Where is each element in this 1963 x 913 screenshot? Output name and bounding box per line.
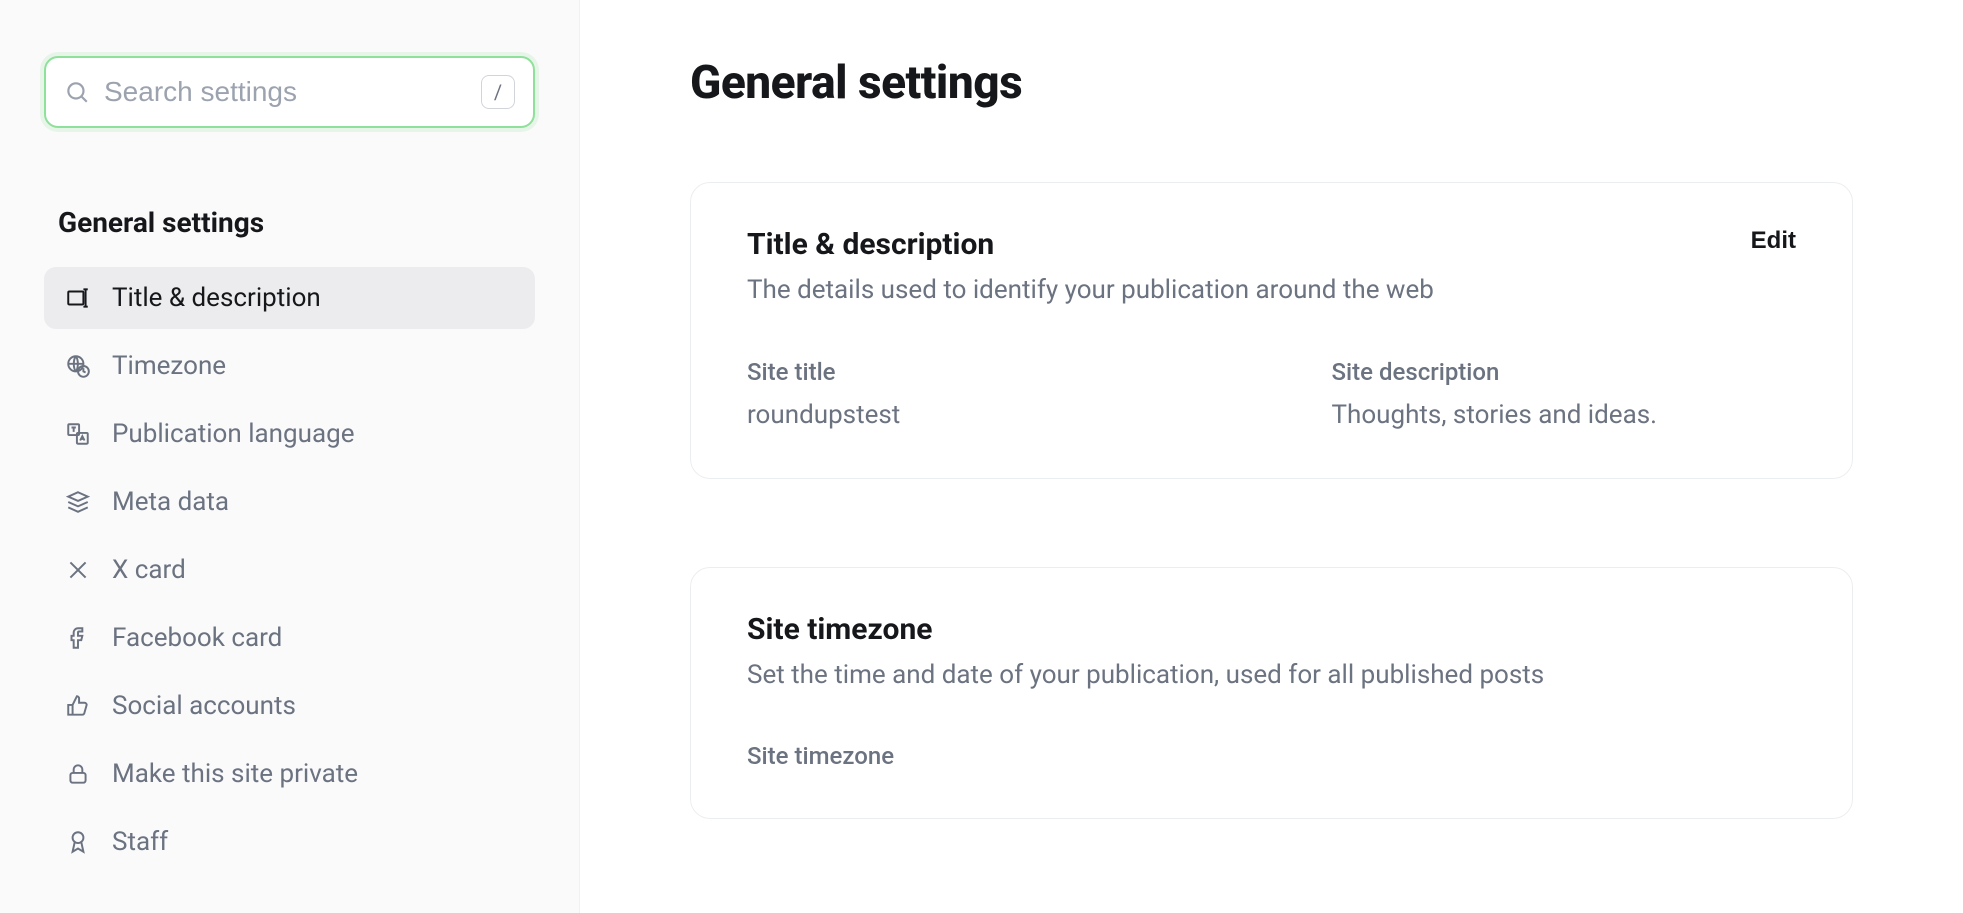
card-subtitle: The details used to identify your public… [747, 272, 1434, 310]
main-content: General settings Title & description The… [580, 0, 1963, 913]
x-icon [64, 556, 92, 584]
card-subtitle: Set the time and date of your publicatio… [747, 657, 1544, 695]
sidebar-item-label: Staff [112, 827, 168, 857]
language-icon [64, 420, 92, 448]
card-title: Title & description [747, 227, 1434, 262]
sidebar-item-meta-data[interactable]: Meta data [44, 471, 535, 533]
field-label: Site title [747, 358, 1212, 386]
thumbs-up-icon [64, 692, 92, 720]
sidebar-item-label: Timezone [112, 351, 226, 381]
card-title: Site timezone [747, 612, 1544, 647]
sidebar-item-label: Social accounts [112, 691, 296, 721]
sidebar-item-staff[interactable]: Staff [44, 811, 535, 873]
sidebar-item-x-card[interactable]: X card [44, 539, 535, 601]
search-input[interactable] [90, 76, 481, 108]
sidebar-item-facebook-card[interactable]: Facebook card [44, 607, 535, 669]
sidebar-item-label: Meta data [112, 487, 229, 517]
badge-icon [64, 828, 92, 856]
sidebar-item-social-accounts[interactable]: Social accounts [44, 675, 535, 737]
layers-icon [64, 488, 92, 516]
field-label: Site description [1332, 358, 1797, 386]
sidebar-section-title: General settings [44, 206, 535, 239]
field-site-timezone: Site timezone [747, 742, 1796, 770]
field-value: roundupstest [747, 400, 1212, 430]
lock-icon [64, 760, 92, 788]
card-site-timezone: Site timezone Set the time and date of y… [690, 567, 1853, 820]
search-shortcut-hint: / [481, 75, 515, 109]
edit-button[interactable]: Edit [1751, 227, 1796, 255]
field-value: Thoughts, stories and ideas. [1332, 400, 1797, 430]
facebook-icon [64, 624, 92, 652]
card-title-description: Title & description The details used to … [690, 182, 1853, 479]
sidebar-item-timezone[interactable]: Timezone [44, 335, 535, 397]
sidebar-item-publication-language[interactable]: Publication language [44, 403, 535, 465]
sidebar-item-make-private[interactable]: Make this site private [44, 743, 535, 805]
sidebar-item-label: Facebook card [112, 623, 282, 653]
sidebar-item-label: X card [112, 555, 186, 585]
title-description-icon [64, 284, 92, 312]
field-site-title: Site title roundupstest [747, 358, 1212, 430]
field-label: Site timezone [747, 742, 1796, 770]
search-icon [64, 79, 90, 105]
globe-clock-icon [64, 352, 92, 380]
page-title: General settings [690, 56, 1853, 110]
sidebar-item-label: Make this site private [112, 759, 358, 789]
sidebar-item-label: Title & description [112, 283, 321, 313]
search-container[interactable]: / [44, 56, 535, 128]
field-site-description: Site description Thoughts, stories and i… [1332, 358, 1797, 430]
sidebar-item-label: Publication language [112, 419, 354, 449]
sidebar: / General settings Title & description T… [0, 0, 580, 913]
sidebar-item-title-description[interactable]: Title & description [44, 267, 535, 329]
sidebar-nav: Title & description Timezone Publication… [44, 267, 535, 873]
